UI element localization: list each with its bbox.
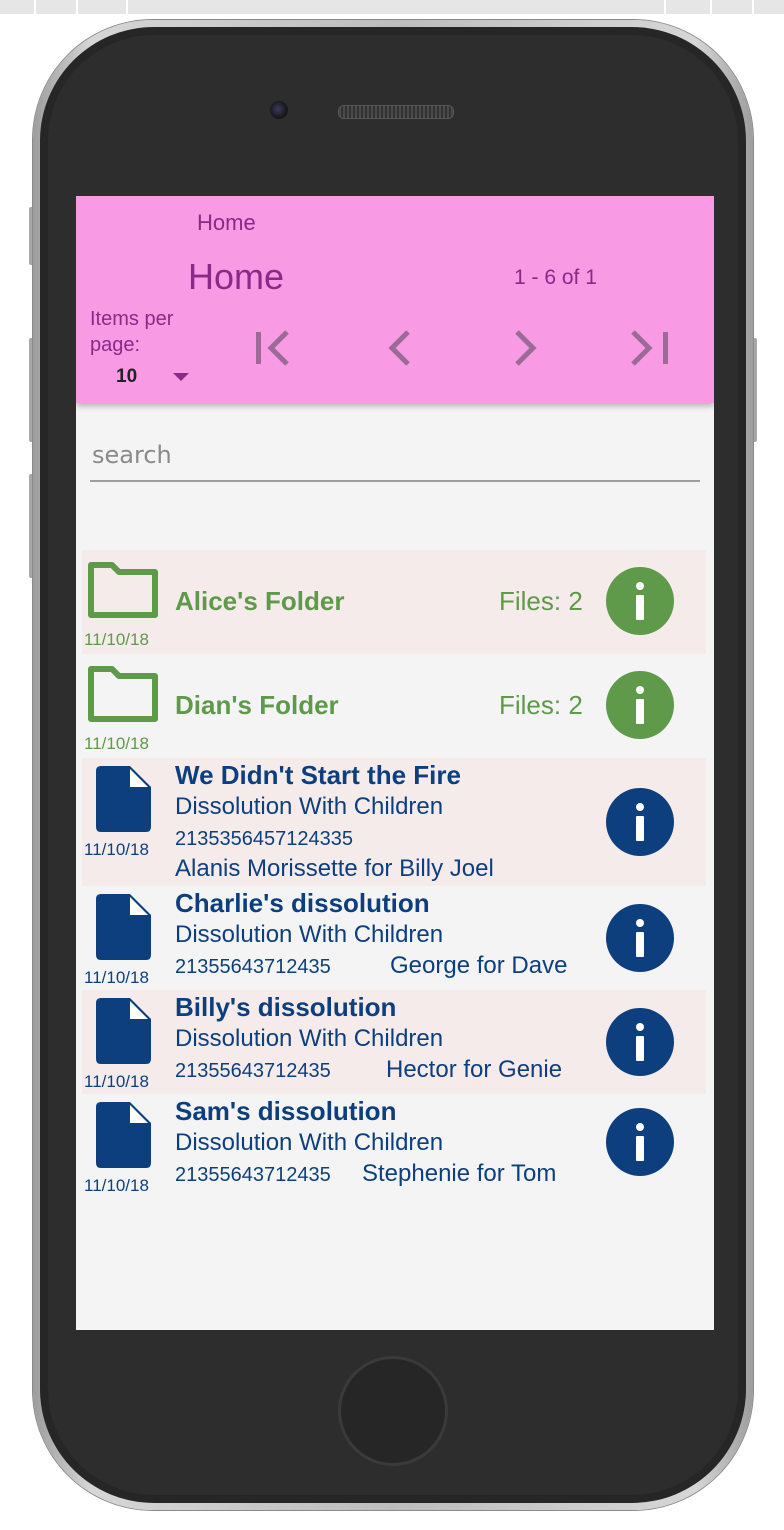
- caret-down-icon: [173, 373, 189, 381]
- strip-divider: [76, 0, 78, 14]
- prev-page-button[interactable]: [376, 324, 424, 372]
- document-type: Dissolution With Children: [175, 1129, 444, 1156]
- items-per-page-select[interactable]: 10: [116, 364, 196, 392]
- info-button[interactable]: [606, 788, 674, 856]
- document-row[interactable]: 11/10/18 Billy's dissolution Dissolution…: [82, 990, 706, 1094]
- file-count: Files: 2: [499, 586, 583, 616]
- folder-icon: [88, 562, 158, 618]
- document-type: Dissolution With Children: [175, 793, 444, 820]
- document-name: Sam's dissolution: [175, 1096, 397, 1126]
- item-date: 11/10/18: [84, 968, 149, 987]
- document-icon: [96, 998, 151, 1064]
- info-icon-stem: [636, 1136, 644, 1161]
- case-number: 21355643712435: [175, 1060, 331, 1082]
- parties: Stephenie for Tom: [362, 1160, 557, 1187]
- last-page-button[interactable]: [626, 324, 674, 372]
- document-name: Charlie's dissolution: [175, 888, 430, 918]
- items-per-page-value: 10: [116, 366, 138, 387]
- search-input[interactable]: [90, 434, 694, 476]
- folder-row[interactable]: 11/10/18 Dian's Folder Files: 2: [82, 654, 706, 758]
- info-button[interactable]: [606, 567, 674, 635]
- strip-divider: [752, 0, 754, 14]
- document-name: We Didn't Start the Fire: [175, 760, 461, 790]
- item-date: 11/10/18: [84, 1176, 149, 1195]
- chevron-left-icon: [388, 330, 410, 366]
- info-icon: [636, 686, 644, 694]
- info-icon-stem: [636, 699, 644, 724]
- strip-divider: [126, 0, 128, 14]
- document-name: Billy's dissolution: [175, 992, 397, 1022]
- item-date: 11/10/18: [84, 734, 149, 753]
- document-type: Dissolution With Children: [175, 921, 444, 948]
- folder-icon: [88, 666, 158, 722]
- browser-top-strip: [0, 0, 784, 14]
- item-date: 11/10/18: [84, 1072, 149, 1091]
- home-button[interactable]: [338, 1356, 448, 1466]
- document-icon: [96, 1102, 151, 1168]
- info-button[interactable]: [606, 1108, 674, 1176]
- info-button[interactable]: [606, 1008, 674, 1076]
- parties: Alanis Morissette for Billy Joel: [175, 855, 494, 882]
- case-number: 2135356457124335: [175, 828, 353, 850]
- strip-divider: [710, 0, 712, 14]
- front-camera: [270, 101, 288, 119]
- item-date: 11/10/18: [84, 840, 149, 859]
- document-row[interactable]: 11/10/18 Charlie's dissolution Dissoluti…: [82, 886, 706, 990]
- folder-name: Dian's Folder: [175, 690, 339, 720]
- folder-name: Alice's Folder: [175, 586, 345, 616]
- info-icon: [636, 919, 644, 927]
- strip-divider: [664, 0, 666, 14]
- earpiece-speaker: [338, 105, 454, 119]
- first-page-icon: [256, 330, 289, 366]
- next-page-button[interactable]: [501, 324, 549, 372]
- parties: George for Dave: [390, 952, 568, 979]
- document-type: Dissolution With Children: [175, 1025, 444, 1052]
- document-icon: [96, 766, 151, 832]
- info-icon-stem: [636, 932, 644, 957]
- document-row[interactable]: 11/10/18 We Didn't Start the Fire Dissol…: [82, 758, 706, 886]
- info-icon: [636, 803, 644, 811]
- document-icon: [96, 894, 151, 960]
- breadcrumb[interactable]: Home: [197, 210, 256, 236]
- pagination-range: 1 - 6 of 1: [514, 266, 597, 289]
- chevron-right-icon: [515, 330, 537, 366]
- info-icon: [636, 582, 644, 590]
- document-row[interactable]: 11/10/18 Sam's dissolution Dissolution W…: [82, 1094, 706, 1198]
- info-icon: [636, 1023, 644, 1031]
- info-icon-stem: [636, 595, 644, 620]
- info-icon-stem: [636, 1036, 644, 1061]
- info-button[interactable]: [606, 671, 674, 739]
- items-per-page-label: Items per page:: [90, 308, 174, 356]
- last-page-icon: [631, 330, 668, 366]
- app-screen: Home Home 1 - 6 of 1 Items per page: 10: [76, 196, 714, 1330]
- case-number: 21355643712435: [175, 956, 331, 978]
- case-number: 21355643712435: [175, 1164, 331, 1186]
- app-header: Home Home 1 - 6 of 1 Items per page: 10: [76, 196, 714, 403]
- info-icon-stem: [636, 816, 644, 841]
- page-title: Home: [188, 256, 285, 297]
- info-button[interactable]: [606, 904, 674, 972]
- file-count: Files: 2: [499, 690, 583, 720]
- search-field: [90, 428, 700, 482]
- strip-divider: [34, 0, 36, 14]
- parties: Hector for Genie: [386, 1056, 563, 1083]
- info-icon: [636, 1123, 644, 1131]
- first-page-button[interactable]: [250, 324, 298, 372]
- folder-row[interactable]: 11/10/18 Alice's Folder Files: 2: [82, 550, 706, 654]
- item-date: 11/10/18: [84, 630, 149, 649]
